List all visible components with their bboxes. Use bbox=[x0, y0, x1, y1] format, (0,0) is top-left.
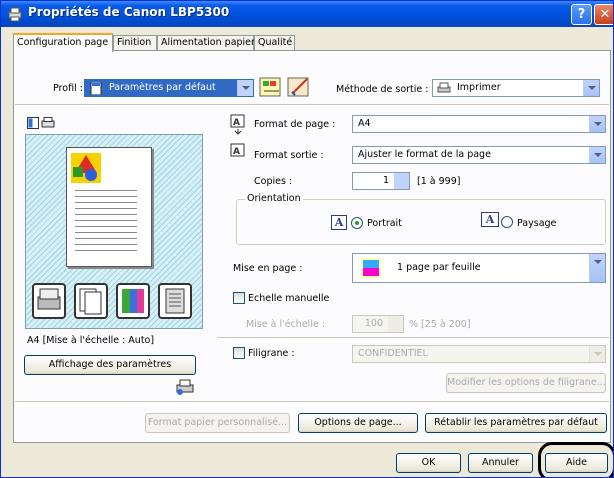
text-line bbox=[75, 250, 137, 251]
layout-select[interactable]: 1 page par feuille bbox=[352, 253, 606, 283]
output-format-select[interactable]: Ajuster le format de la page bbox=[352, 146, 606, 164]
spin-arrows-icon[interactable] bbox=[394, 173, 409, 189]
watermark-label: Filigrane : bbox=[248, 348, 295, 359]
manual-scale-label: Echelle manuelle bbox=[248, 293, 330, 304]
ok-button[interactable]: OK bbox=[396, 453, 461, 473]
copies-label: Copies : bbox=[254, 176, 293, 187]
chevron-down-icon[interactable] bbox=[583, 80, 599, 96]
profile-select[interactable]: Paramètres par défaut bbox=[84, 79, 254, 97]
preview-mode-icon[interactable] bbox=[27, 117, 39, 129]
spin-arrows-icon[interactable] bbox=[388, 316, 403, 332]
divider bbox=[217, 337, 609, 339]
paper-size-icon: A bbox=[230, 114, 245, 135]
landscape-icon: A bbox=[481, 212, 499, 227]
stapler-icon[interactable] bbox=[32, 283, 66, 319]
copies-stepper[interactable]: 1 bbox=[352, 172, 410, 190]
orientation-label: Orientation bbox=[245, 193, 303, 204]
close-title-button[interactable]: ✕ bbox=[594, 4, 613, 25]
text-line bbox=[75, 226, 137, 227]
scaling-value: 100 bbox=[364, 318, 383, 329]
manual-scale-checkbox[interactable] bbox=[233, 292, 245, 304]
window-title: Propriétés de Canon LBP5300 bbox=[28, 5, 230, 19]
portrait-radio[interactable] bbox=[351, 217, 363, 229]
profile-label: Profil : bbox=[53, 83, 83, 94]
chevron-down-icon[interactable] bbox=[589, 147, 605, 163]
tab-quality[interactable]: Qualité bbox=[254, 35, 295, 51]
scaling-stepper[interactable]: 100 bbox=[352, 315, 404, 333]
layout-value: 1 page par feuille bbox=[397, 262, 481, 273]
output-size-icon: A bbox=[230, 143, 245, 157]
tab-page-setup[interactable]: Configuration page bbox=[13, 33, 113, 52]
layout-page-icon bbox=[361, 258, 381, 278]
text-line bbox=[75, 202, 137, 203]
text-line bbox=[75, 220, 137, 221]
output-method-select[interactable]: Imprimer bbox=[432, 79, 600, 97]
printer-settings-icon[interactable] bbox=[175, 378, 195, 396]
page-graphic-icon bbox=[71, 153, 101, 183]
preview-caption: A4 [Mise à l'échelle : Auto] bbox=[27, 335, 155, 346]
watermark-value: CONFIDENTIEL bbox=[358, 348, 428, 359]
copies-value: 1 bbox=[382, 175, 389, 186]
copy-stack-icon[interactable] bbox=[74, 283, 108, 319]
color-mode-icon[interactable] bbox=[116, 283, 150, 319]
output-method-value: Imprimer bbox=[457, 82, 501, 93]
text-line bbox=[75, 208, 137, 209]
printer-icon bbox=[437, 82, 451, 93]
help-title-button[interactable]: ? bbox=[571, 4, 592, 25]
output-method-label: Méthode de sortie : bbox=[336, 84, 429, 95]
scaling-range: % [25 à 200] bbox=[409, 319, 471, 330]
profile-edit-icon[interactable] bbox=[259, 75, 285, 99]
portrait-icon: A bbox=[331, 215, 347, 230]
text-line bbox=[75, 196, 137, 197]
profile-page-icon bbox=[90, 82, 102, 95]
show-settings-button[interactable]: Affichage des paramètres bbox=[24, 355, 196, 375]
restore-defaults-button[interactable]: Rétablir les paramètres par défaut bbox=[425, 413, 607, 433]
portrait-label: Portrait bbox=[367, 218, 402, 229]
watermark-select[interactable]: CONFIDENTIEL bbox=[352, 345, 606, 363]
chevron-down-icon[interactable] bbox=[589, 346, 605, 362]
text-line bbox=[75, 244, 137, 245]
profile-value: Paramètres par défaut bbox=[109, 82, 216, 93]
divider bbox=[15, 104, 609, 106]
printer-icon bbox=[8, 7, 22, 22]
custom-paper-button[interactable]: Format papier personnalisé... bbox=[145, 413, 290, 433]
edit-watermark-button[interactable]: Modifier les options de filigrane... bbox=[446, 373, 606, 393]
printer-properties-window: Propriétés de Canon LBP5300 ? ✕ Configur… bbox=[0, 0, 614, 478]
svg-text:A: A bbox=[233, 118, 240, 128]
tab-finishing[interactable]: Finition bbox=[113, 35, 157, 51]
page-layout-icon[interactable] bbox=[158, 283, 192, 319]
page-format-label: Format de page : bbox=[254, 119, 336, 130]
title-bar[interactable]: Propriétés de Canon LBP5300 ? ✕ bbox=[1, 1, 613, 27]
page-preview bbox=[66, 147, 152, 267]
svg-text:A: A bbox=[233, 147, 240, 157]
chevron-down-icon[interactable] bbox=[589, 254, 605, 282]
landscape-radio[interactable] bbox=[501, 216, 513, 228]
preview-pane bbox=[25, 134, 203, 329]
printer-view-icon[interactable] bbox=[41, 117, 55, 129]
text-line bbox=[75, 190, 137, 191]
chevron-down-icon[interactable] bbox=[589, 116, 605, 132]
output-format-value: Ajuster le format de la page bbox=[358, 149, 491, 160]
scaling-label: Mise à l'échelle : bbox=[246, 319, 326, 330]
watermark-checkbox[interactable] bbox=[233, 347, 245, 359]
output-format-label: Format sortie : bbox=[254, 150, 324, 161]
cancel-button[interactable]: Annuler bbox=[468, 453, 533, 473]
page-format-value: A4 bbox=[358, 118, 371, 129]
landscape-label: Paysage bbox=[517, 218, 557, 229]
layout-label: Mise en page : bbox=[233, 263, 303, 274]
page-options-button[interactable]: Options de page... bbox=[298, 413, 418, 433]
text-line bbox=[75, 238, 137, 239]
copies-range: [1 à 999] bbox=[417, 176, 461, 187]
text-line bbox=[75, 232, 137, 233]
help-button-highlight bbox=[538, 442, 613, 477]
profile-add-icon[interactable] bbox=[287, 75, 313, 99]
text-line bbox=[75, 214, 137, 215]
tab-paper-source[interactable]: Alimentation papier bbox=[157, 35, 255, 51]
divider bbox=[15, 401, 609, 403]
chevron-down-icon[interactable] bbox=[237, 80, 253, 96]
page-format-select[interactable]: A4 bbox=[352, 115, 606, 133]
